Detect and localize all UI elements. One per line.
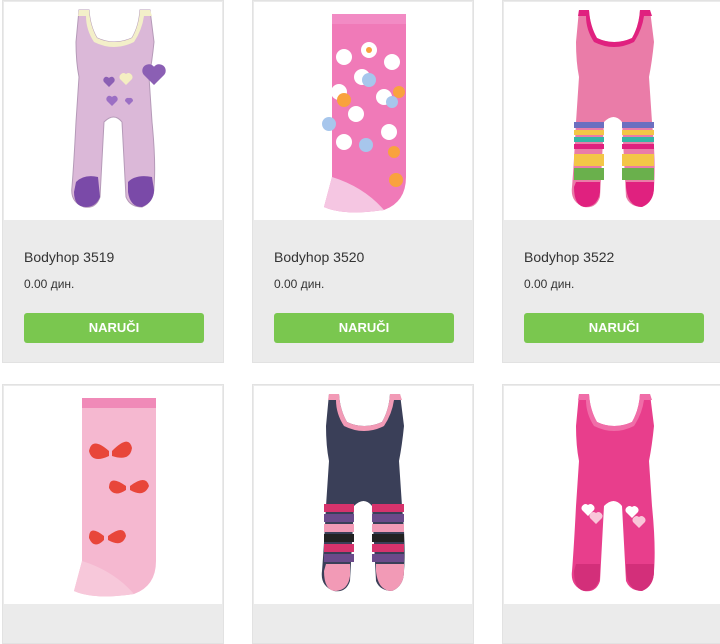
product-card: Bodyhop 3519 0.00 дин. NARUČI: [2, 0, 224, 363]
product-card: [252, 384, 474, 644]
product-price: 0.00 дин.: [274, 277, 325, 291]
pink-hearts-romper-image: [571, 394, 655, 592]
product-title[interactable]: Bodyhop 3522: [524, 249, 614, 265]
product-price: 0.00 дин.: [524, 277, 575, 291]
order-button[interactable]: NARUČI: [524, 313, 704, 343]
product-image[interactable]: [504, 2, 720, 220]
navy-striped-romper-image: [321, 394, 405, 592]
product-card: [502, 384, 720, 644]
product-image[interactable]: [4, 2, 222, 220]
pink-flower-tights-image: [322, 14, 406, 213]
product-price: 0.00 дин.: [24, 277, 75, 291]
purple-hearts-romper-image: [71, 9, 166, 208]
product-image[interactable]: [4, 386, 222, 604]
product-card: [2, 384, 224, 644]
product-card: Bodyhop 3520 0.00 дин. NARUČI: [252, 0, 474, 363]
order-button[interactable]: NARUČI: [274, 313, 454, 343]
product-title[interactable]: Bodyhop 3519: [24, 249, 114, 265]
striped-pink-romper-image: [571, 10, 655, 208]
product-image[interactable]: [504, 386, 720, 604]
product-image[interactable]: [254, 386, 472, 604]
butterfly-tights-image: [74, 398, 156, 597]
product-title[interactable]: Bodyhop 3520: [274, 249, 364, 265]
order-button[interactable]: NARUČI: [24, 313, 204, 343]
product-image[interactable]: [254, 2, 472, 220]
product-card: Bodyhop 3522 0.00 дин. NARUČI: [502, 0, 720, 363]
